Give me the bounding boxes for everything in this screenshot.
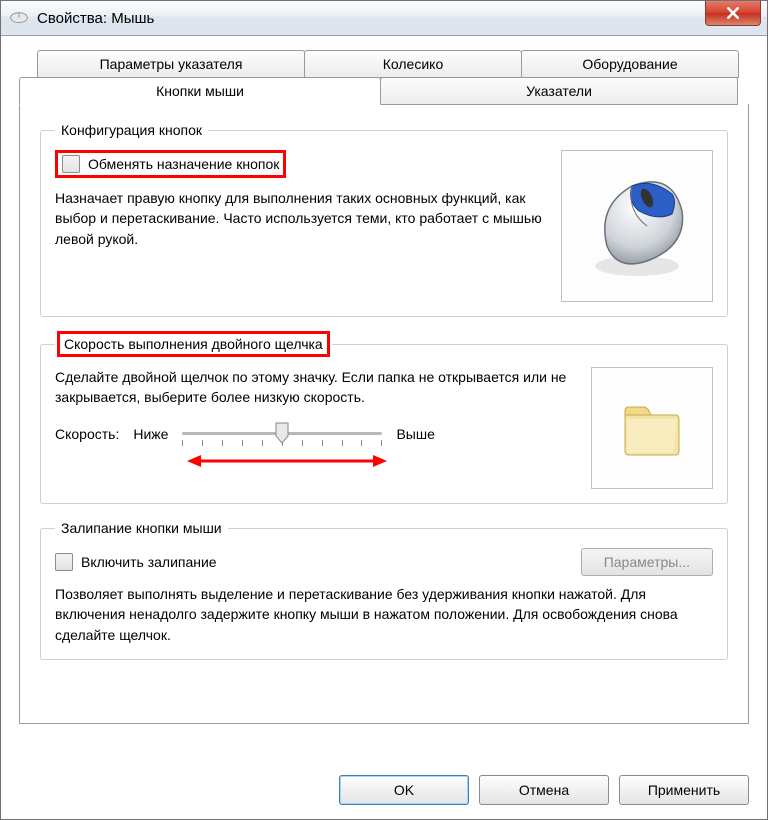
window-title: Свойства: Мышь (37, 10, 154, 27)
group-doubleclick-speed: Скорость выполнения двойного щелчка Сдел… (40, 333, 728, 504)
swap-buttons-description: Назначает правую кнопку для выполнения т… (55, 188, 545, 249)
tab-pointers[interactable]: Указатели (380, 77, 738, 105)
group-button-config-legend: Конфигурация кнопок (55, 122, 208, 138)
mouse-icon (9, 11, 29, 25)
annotation-arrow (187, 452, 387, 470)
group-clicklock-legend: Залипание кнопки мыши (55, 520, 228, 536)
doubleclick-test-folder-icon[interactable] (591, 367, 713, 489)
speed-label: Скорость: (55, 426, 119, 442)
swap-buttons-checkbox[interactable] (62, 155, 80, 173)
tab-row-front: Кнопки мыши Указатели (19, 77, 749, 105)
group-clicklock: Залипание кнопки мыши Включить залипание… (40, 520, 728, 660)
tab-container: Параметры указателя Колесико Оборудовани… (19, 50, 749, 724)
apply-button[interactable]: Применить (619, 775, 749, 805)
tab-wheel[interactable]: Колесико (304, 50, 522, 78)
clicklock-description: Позволяет выполнять выделение и перетаск… (55, 584, 713, 645)
ok-button[interactable]: OK (339, 775, 469, 805)
speed-slow-label: Ниже (133, 426, 168, 442)
group-doubleclick-legend: Скорость выполнения двойного щелчка (55, 333, 332, 355)
clicklock-checkbox[interactable] (55, 553, 73, 571)
doubleclick-description: Сделайте двойной щелчок по этому значку.… (55, 367, 575, 408)
clicklock-label: Включить залипание (81, 554, 217, 570)
group-button-config: Конфигурация кнопок Обменять назначение … (40, 122, 728, 317)
mouse-preview-image (561, 150, 713, 302)
tab-buttons[interactable]: Кнопки мыши (19, 77, 381, 105)
doubleclick-speed-slider[interactable] (182, 422, 382, 446)
mouse-properties-window: Свойства: Мышь Параметры указателя Колес… (0, 0, 768, 820)
close-button[interactable] (705, 1, 761, 26)
tab-row-back: Параметры указателя Колесико Оборудовани… (37, 50, 749, 78)
speed-fast-label: Выше (396, 426, 434, 442)
annotation-highlight-swap: Обменять назначение кнопок (55, 150, 286, 178)
dialog-body: Параметры указателя Колесико Оборудовани… (1, 36, 767, 724)
cancel-button[interactable]: Отмена (479, 775, 609, 805)
tab-hardware[interactable]: Оборудование (521, 50, 739, 78)
titlebar: Свойства: Мышь (1, 1, 767, 36)
clicklock-settings-button: Параметры... (581, 548, 713, 576)
dialog-button-row: OK Отмена Применить (339, 775, 749, 805)
tab-pointer-options[interactable]: Параметры указателя (37, 50, 305, 78)
annotation-highlight-speed-legend: Скорость выполнения двойного щелчка (57, 331, 330, 357)
swap-buttons-label: Обменять назначение кнопок (88, 156, 279, 172)
tab-panel-buttons: Конфигурация кнопок Обменять назначение … (19, 104, 749, 724)
